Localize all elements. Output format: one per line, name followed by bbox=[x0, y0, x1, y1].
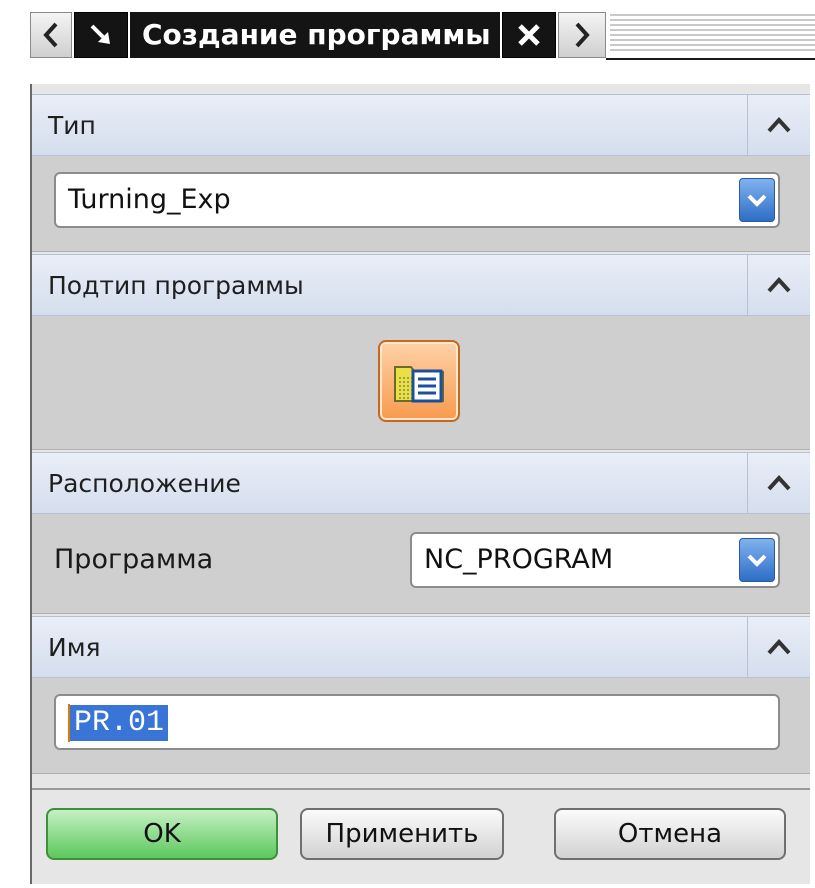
chevron-up-icon bbox=[767, 117, 791, 133]
section-title-subtype: Подтип программы bbox=[48, 271, 304, 300]
program-name-input[interactable]: PR.01 bbox=[54, 694, 780, 750]
dialog-title: Создание программы bbox=[130, 12, 500, 58]
pin-button[interactable] bbox=[74, 12, 128, 58]
section-body-type: Turning_Exp bbox=[32, 156, 810, 252]
program-folder-icon bbox=[394, 366, 444, 403]
collapse-name-button[interactable] bbox=[747, 617, 810, 677]
collapse-subtype-button[interactable] bbox=[747, 255, 810, 315]
title-bar-grip bbox=[610, 14, 815, 52]
section-title-location: Расположение bbox=[48, 469, 241, 498]
section-header-location[interactable]: Расположение bbox=[32, 452, 810, 514]
section-header-type[interactable]: Тип bbox=[32, 94, 810, 156]
collapse-location-button[interactable] bbox=[747, 453, 810, 513]
program-combo-arrow[interactable] bbox=[739, 538, 775, 582]
close-icon bbox=[518, 24, 540, 46]
chevron-right-icon bbox=[575, 22, 590, 48]
chevron-up-icon bbox=[767, 475, 791, 491]
subtype-program-button[interactable] bbox=[378, 340, 460, 422]
section-header-subtype[interactable]: Подтип программы bbox=[32, 254, 810, 316]
close-button[interactable] bbox=[502, 12, 556, 58]
type-combo[interactable]: Turning_Exp bbox=[54, 172, 780, 228]
cancel-button[interactable]: Отмена bbox=[554, 808, 786, 860]
button-separator bbox=[32, 788, 810, 790]
text-caret bbox=[68, 704, 70, 742]
program-name-value: PR.01 bbox=[70, 705, 169, 741]
section-title-type: Тип bbox=[48, 111, 96, 140]
apply-button[interactable]: Применить bbox=[300, 808, 504, 860]
type-combo-value: Turning_Exp bbox=[68, 184, 231, 215]
program-combo-value: NC_PROGRAM bbox=[424, 544, 614, 575]
program-label: Программа bbox=[54, 544, 214, 575]
type-combo-arrow[interactable] bbox=[739, 178, 775, 222]
chevron-down-icon bbox=[747, 554, 767, 567]
title-bar-underline bbox=[606, 58, 815, 60]
chevron-down-icon bbox=[747, 194, 767, 207]
arrow-down-right-icon bbox=[90, 24, 110, 44]
section-body-location: Программа NC_PROGRAM bbox=[32, 514, 810, 614]
section-title-name: Имя bbox=[48, 633, 101, 662]
program-combo[interactable]: NC_PROGRAM bbox=[410, 532, 780, 588]
back-button[interactable] bbox=[30, 12, 72, 58]
chevron-up-icon bbox=[767, 639, 791, 655]
chevron-up-icon bbox=[767, 277, 791, 293]
section-header-name[interactable]: Имя bbox=[32, 616, 810, 678]
forward-button[interactable] bbox=[558, 12, 606, 58]
dialog-tab-bar: Создание программы bbox=[0, 0, 815, 70]
chevron-left-icon bbox=[43, 22, 58, 48]
create-program-dialog: Тип Turning_Exp Подтип программы Располо… bbox=[30, 84, 810, 884]
ok-button[interactable]: OK bbox=[46, 808, 278, 860]
collapse-type-button[interactable] bbox=[747, 95, 810, 155]
